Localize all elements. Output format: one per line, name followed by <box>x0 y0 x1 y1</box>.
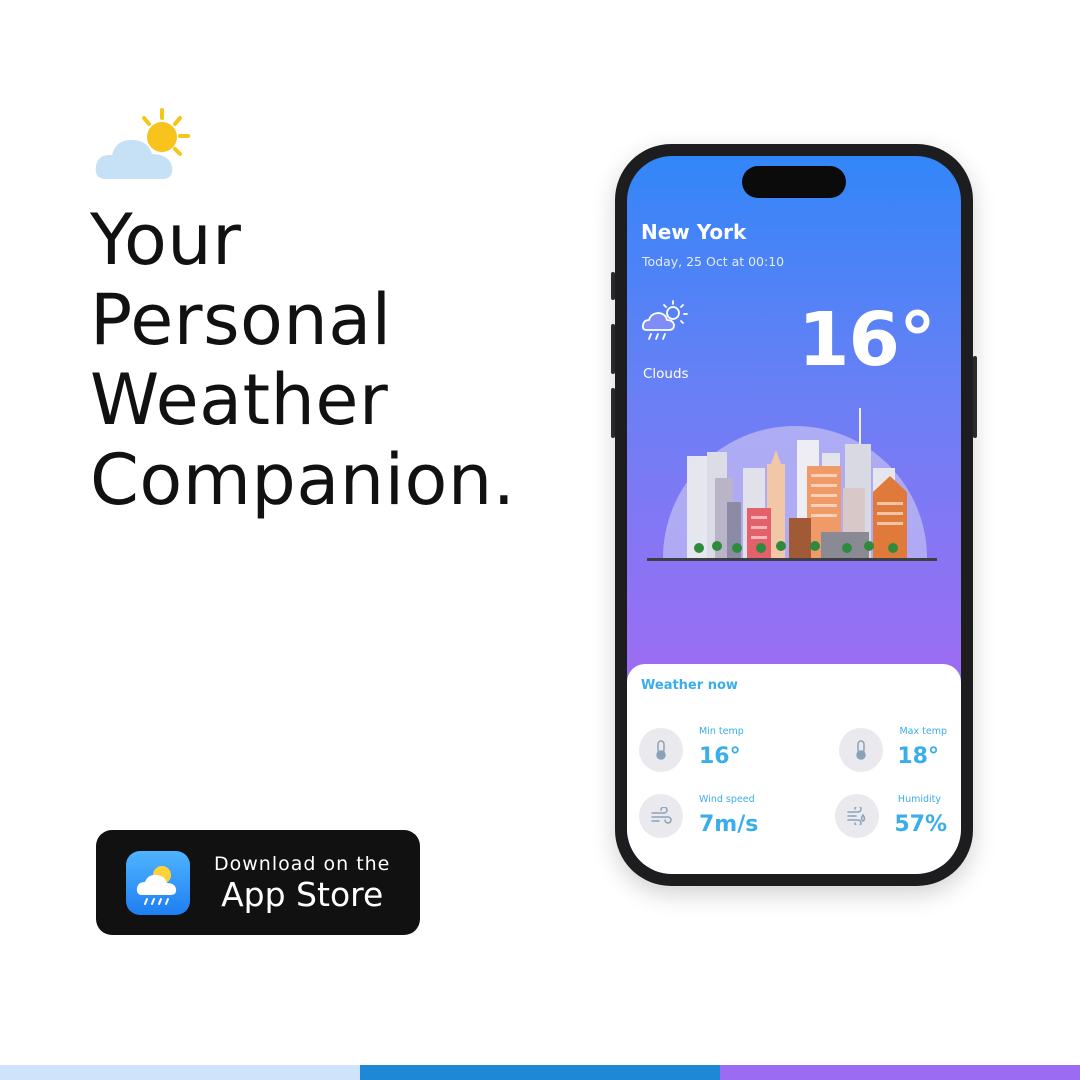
phone-side-button <box>611 272 615 300</box>
phone-side-button <box>611 388 615 438</box>
headline: Your Personal Weather Companion. <box>90 200 515 520</box>
stripe-segment <box>0 1065 360 1080</box>
condition-label: Clouds <box>643 366 689 382</box>
thermometer-icon <box>839 728 883 772</box>
headline-line: Companion. <box>90 439 516 521</box>
card-title: Weather now <box>641 678 738 693</box>
headline-line: Personal <box>90 279 392 361</box>
cloud-sun-rain-icon <box>641 300 688 340</box>
max-temp-label: Max temp <box>899 726 947 737</box>
headline-line: Weather <box>90 359 389 441</box>
bottom-color-stripe <box>0 1065 1080 1080</box>
promo-page: Your Personal Weather Companion. Downloa… <box>0 0 1080 1080</box>
current-temperature: 16° <box>798 297 936 383</box>
weather-now-card: Weather now Min temp 16° Max temp 18° Wi… <box>627 664 961 874</box>
badge-text: Download on the App Store <box>214 852 390 914</box>
max-temp-value: 18° <box>897 744 939 769</box>
thermometer-icon <box>639 728 683 772</box>
wind-speed-label: Wind speed <box>699 794 755 805</box>
humidity-label: Humidity <box>897 794 941 805</box>
dynamic-island <box>742 166 846 198</box>
humidity-value: 57% <box>894 812 947 837</box>
cloud-sun-logo-icon <box>95 108 190 179</box>
badge-small-text: Download on the <box>214 852 391 875</box>
headline-line: Your <box>90 199 242 281</box>
min-temp-label: Min temp <box>699 726 744 737</box>
app-store-button[interactable]: Download on the App Store <box>96 830 420 935</box>
phone-mockup: New York Today, 25 Oct at 00:10 Clouds 1… <box>611 144 977 886</box>
stripe-segment <box>360 1065 720 1080</box>
wind-speed-value: 7m/s <box>699 812 759 837</box>
stripe-segment <box>720 1065 1080 1080</box>
min-temp-value: 16° <box>699 744 741 769</box>
wind-icon <box>639 794 683 838</box>
city-name: New York <box>641 220 747 244</box>
phone-screen: New York Today, 25 Oct at 00:10 Clouds 1… <box>627 156 961 874</box>
date-time: Today, 25 Oct at 00:10 <box>642 254 785 269</box>
app-weather-icon <box>126 850 190 915</box>
phone-side-button <box>973 356 977 438</box>
phone-side-button <box>611 324 615 374</box>
humidity-icon <box>835 794 879 838</box>
badge-store-name: App Store <box>221 874 384 914</box>
city-skyline-illustration <box>647 408 937 561</box>
